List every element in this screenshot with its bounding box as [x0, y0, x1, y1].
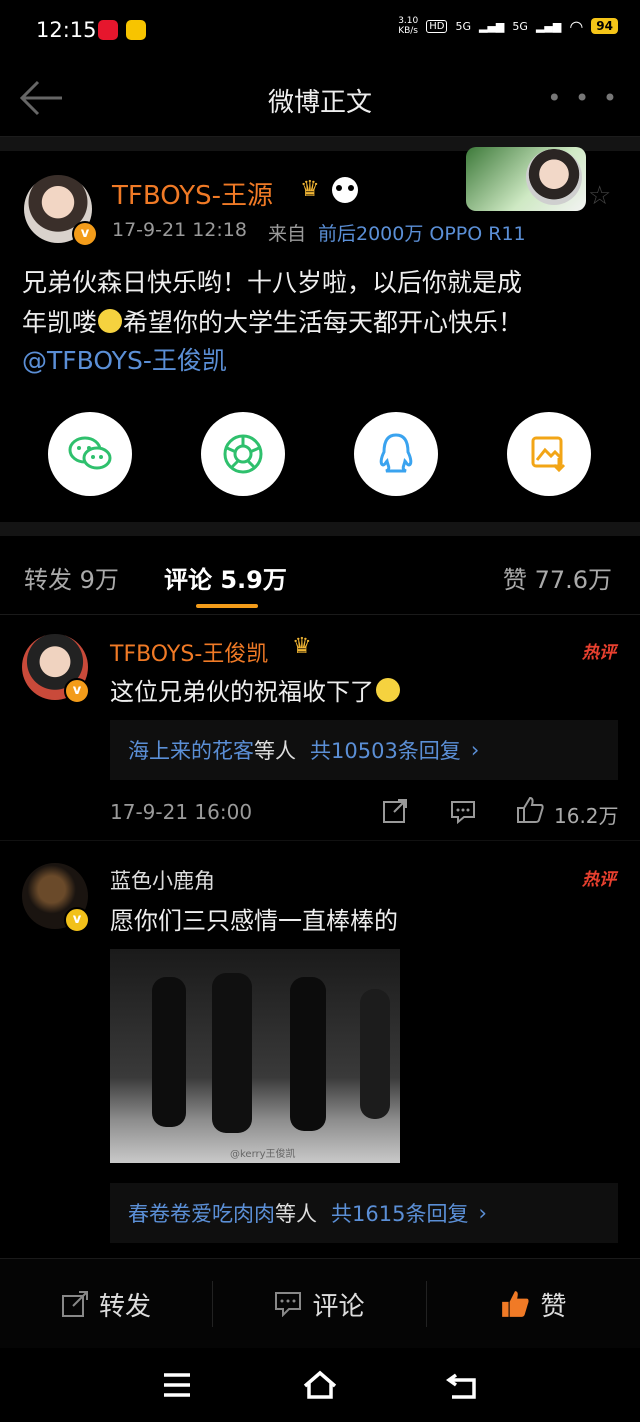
comment-text-body: 这位兄弟伙的祝福收下了 [110, 678, 374, 706]
tab-repost-count: 9万 [79, 566, 119, 594]
commenter-name[interactable]: 蓝色小鹿角 [110, 865, 215, 895]
post-text-line2: 年凯喽 希望你的大学生活每天都开心快乐！ [22, 303, 523, 339]
tab-active-indicator [196, 604, 258, 608]
hot-comment-badge: 热评 [582, 643, 616, 663]
system-nav-bar [0, 1348, 640, 1422]
like-button[interactable]: 赞 [427, 1259, 640, 1349]
battery-icon: 94 [591, 18, 618, 34]
reply-preview[interactable]: 海上来的花客 等人 共10503条回复 › [110, 720, 618, 780]
reply-user-link[interactable]: 海上来的花客 [128, 735, 254, 765]
status-time: 12:15 [36, 18, 97, 42]
reply-mid-text: 等人 [254, 739, 296, 763]
reply-mid-text: 等人 [275, 1202, 317, 1226]
verified-badge-icon: v [72, 221, 98, 247]
back-icon[interactable] [446, 1372, 478, 1400]
tab-repost-label: 转发 [24, 566, 72, 594]
signal-5g-icon: 5G [455, 19, 472, 33]
reply-comment-icon[interactable] [450, 800, 476, 824]
comment-button[interactable]: 评论 [213, 1259, 426, 1349]
crown-badge-icon: ♛ [300, 177, 320, 202]
like-label: 赞 [540, 1291, 567, 1322]
reply-count-link[interactable]: 共10503条回复 [310, 735, 461, 765]
post-text-line1: 兄弟伙森日快乐哟！十八岁啦，以后你就是成 [22, 268, 523, 297]
app-notification-icon [126, 20, 146, 40]
reply-user-link[interactable]: 春卷卷爱吃肉肉 [128, 1198, 275, 1228]
tab-comment-label: 评论 [164, 566, 212, 594]
post-source[interactable]: 前后2000万 OPPO R11 [318, 219, 526, 246]
comment-text: 愿你们三只感情一直棒棒的 [110, 907, 398, 935]
wechat-icon [68, 436, 112, 470]
reply-preview[interactable]: 春卷卷爱吃肉肉 等人 共1615条回复 › [110, 1183, 618, 1243]
signal-bars-icon: ▂▄▆ [479, 19, 505, 33]
status-right: 3.10 KB/s HD 5G ▂▄▆ 5G ▂▄▆ ◠ 94 [398, 16, 618, 36]
verified-badge-icon: v [64, 678, 90, 704]
comment-time: 17-9-21 16:00 [110, 800, 253, 824]
page-title: 微博正文 [267, 88, 372, 118]
tab-like-label: 赞 [502, 566, 527, 594]
repost-icon [61, 1291, 88, 1317]
comment-icon [275, 1292, 302, 1317]
comment-text: 这位兄弟伙的祝福收下了 [110, 672, 400, 707]
reply-count-link[interactable]: 共1615条回复 [331, 1198, 468, 1228]
home-icon[interactable] [302, 1370, 338, 1400]
hot-comment-badge: 热评 [582, 870, 616, 890]
save-image-icon [531, 436, 566, 473]
repost-label: 转发 [98, 1291, 151, 1322]
menu-icon[interactable] [162, 1372, 192, 1398]
qq-icon [379, 433, 413, 473]
tab-bar: 转发 9万 评论 5.9万 赞 77.6万 [0, 538, 640, 615]
wifi-icon: ◠ [569, 16, 584, 36]
weibo-notification-icon [98, 20, 118, 40]
tab-like-count: 77.6万 [534, 566, 612, 594]
share-qq-button[interactable] [354, 412, 438, 496]
more-icon[interactable]: • • • [547, 84, 620, 112]
favorite-star-icon[interactable]: ☆ [588, 181, 611, 211]
grin-emoji-icon [98, 309, 123, 333]
commenter-name[interactable]: TFBOYS-王俊凯 [110, 636, 268, 668]
post-time: 17-9-21 12:18 [112, 219, 247, 241]
share-comment-icon[interactable] [382, 798, 408, 824]
thumbs-up-icon [502, 1291, 530, 1317]
comment-label: 评论 [312, 1291, 365, 1322]
bottom-action-bar: 转发 评论 赞 [0, 1258, 640, 1349]
thinking-emoji-icon [376, 677, 400, 702]
chevron-right-icon: › [478, 1201, 487, 1225]
repost-button[interactable]: 转发 [0, 1259, 212, 1349]
tab-repost[interactable]: 转发 9万 [24, 560, 119, 595]
tab-comment-count: 5.9万 [220, 566, 287, 594]
share-moments-button[interactable] [201, 412, 285, 496]
share-wechat-button[interactable] [48, 412, 132, 496]
signal-bars-icon-2: ▂▄▆ [535, 19, 562, 33]
moments-icon [223, 434, 263, 474]
post-mention-link[interactable]: @TFBOYS-王俊凯 [22, 341, 227, 377]
comment-item: v TFBOYS-王俊凯 ♛ 热评 这位兄弟伙的祝福收下了 海上来的花客 等人 … [0, 616, 640, 840]
hd-icon: HD [426, 19, 448, 33]
post-text-part-a: 年凯喽 [22, 308, 98, 337]
author-name[interactable]: TFBOYS-王源 [112, 175, 273, 212]
decoration-card-image [466, 147, 586, 211]
tab-comment[interactable]: 评论 5.9万 [164, 560, 287, 595]
comment-image[interactable]: @kerry王俊凯 [110, 949, 400, 1163]
divider-2 [0, 522, 640, 536]
verified-badge-icon: v [64, 907, 90, 933]
crown-badge-icon: ♛ [292, 634, 312, 659]
top-bar: 微博正文 • • • [0, 60, 640, 137]
image-watermark: @kerry王俊凯 [230, 1149, 296, 1160]
source-prefix: 来自 [268, 223, 307, 245]
chevron-right-icon: › [470, 738, 480, 762]
tab-like[interactable]: 赞 77.6万 [503, 560, 612, 595]
save-image-button[interactable] [507, 412, 591, 496]
post-text-part-b: 希望你的大学生活每天都开心快乐！ [123, 308, 524, 337]
signal-5g-icon-2: 5G [512, 19, 528, 33]
like-comment-icon[interactable] [516, 796, 544, 824]
net-speed: 3.10 KB/s [398, 16, 419, 36]
status-bar: 12:15 3.10 KB/s HD 5G ▂▄▆ 5G ▂▄▆ ◠ 94 [0, 0, 640, 60]
comment-item-2: v 蓝色小鹿角 热评 愿你们三只感情一直棒棒的 @kerry王俊凯 春卷卷爱吃肉… [0, 840, 640, 1259]
comment-like-count: 16.2万 [554, 804, 619, 828]
panda-badge-icon [332, 177, 358, 203]
